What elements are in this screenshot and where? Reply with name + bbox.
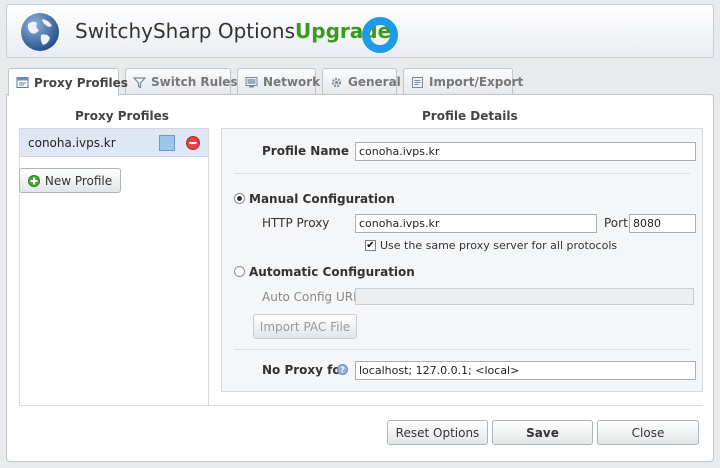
- profile-list-item[interactable]: conoha.ivps.kr: [20, 129, 208, 157]
- no-proxy-input[interactable]: localhost; 127.0.0.1; <local>: [355, 361, 696, 380]
- http-proxy-input[interactable]: conoha.ivps.kr: [355, 214, 597, 233]
- profile-name-input[interactable]: conoha.ivps.kr: [355, 142, 696, 161]
- help-icon[interactable]: ?: [337, 364, 348, 375]
- proxy-profiles-title: Proxy Profiles: [75, 109, 169, 123]
- profile-item-name: conoha.ivps.kr: [28, 136, 116, 150]
- delete-profile-icon[interactable]: [185, 135, 201, 151]
- app-header: SwitchySharp OptionsUpgrade: [6, 4, 714, 58]
- import-pac-file-label: Import PAC File: [259, 319, 351, 334]
- proxy-profiles-icon: [16, 77, 29, 88]
- save-label: Save: [526, 425, 559, 440]
- automatic-configuration-radio[interactable]: [234, 266, 245, 277]
- auto-config-url-input[interactable]: [355, 288, 694, 305]
- same-proxy-checkbox[interactable]: ✔: [365, 240, 376, 251]
- save-button[interactable]: Save: [492, 420, 593, 445]
- profile-details-box: Profile Name conoha.ivps.kr Manual Confi…: [221, 128, 703, 392]
- tab-import-export[interactable]: Import/Export: [403, 68, 523, 95]
- add-icon: [27, 174, 40, 187]
- app-title-text: SwitchySharp Options: [75, 19, 296, 43]
- tab-label: Import/Export: [429, 75, 524, 89]
- profile-details-title: Profile Details: [422, 109, 518, 123]
- import-export-icon: [412, 76, 423, 88]
- divider: [234, 349, 690, 350]
- profile-name-label: Profile Name: [262, 144, 350, 158]
- divider: [234, 173, 690, 174]
- no-proxy-label: No Proxy for: [262, 363, 347, 377]
- new-profile-button[interactable]: New Profile: [19, 168, 121, 193]
- loading-ring-icon: [362, 17, 398, 53]
- globe-icon: [21, 13, 59, 51]
- close-label: Close: [631, 425, 665, 440]
- svg-text:?: ?: [340, 366, 345, 375]
- proxy-profiles-panel: Proxy Profiles Profile Details conoha.iv…: [6, 94, 714, 462]
- reset-options-button[interactable]: Reset Options: [387, 420, 488, 445]
- tab-general[interactable]: General: [322, 68, 401, 95]
- tab-label: Proxy Profiles: [34, 75, 128, 90]
- app-title: SwitchySharp OptionsUpgrade: [75, 19, 391, 43]
- gear-icon: [331, 77, 342, 87]
- tab-switch-rules[interactable]: Switch Rules: [125, 68, 238, 95]
- automatic-configuration-label: Automatic Configuration: [249, 265, 415, 279]
- same-proxy-label: Use the same proxy server for all protoc…: [380, 239, 618, 252]
- tab-proxy-profiles[interactable]: Proxy Profiles: [8, 68, 128, 96]
- reset-options-label: Reset Options: [395, 425, 480, 440]
- tab-label: General: [348, 75, 401, 89]
- port-input[interactable]: 8080: [629, 214, 696, 233]
- funnel-icon: [133, 76, 146, 88]
- auto-config-url-label: Auto Config URL: [262, 290, 360, 304]
- port-label: Port: [604, 216, 628, 230]
- manual-configuration-radio[interactable]: [234, 193, 245, 204]
- import-pac-file-button[interactable]: Import PAC File: [253, 314, 357, 339]
- tab-label: Switch Rules: [151, 75, 238, 89]
- tab-label: Network: [263, 75, 321, 89]
- footer-divider: [19, 405, 703, 406]
- manual-configuration-label: Manual Configuration: [249, 192, 395, 206]
- profile-color-swatch[interactable]: [159, 135, 175, 151]
- new-profile-label: New Profile: [44, 173, 113, 188]
- tab-network[interactable]: Network: [237, 68, 320, 95]
- close-button[interactable]: Close: [597, 420, 699, 445]
- network-icon: [245, 76, 258, 87]
- http-proxy-label: HTTP Proxy: [262, 216, 330, 230]
